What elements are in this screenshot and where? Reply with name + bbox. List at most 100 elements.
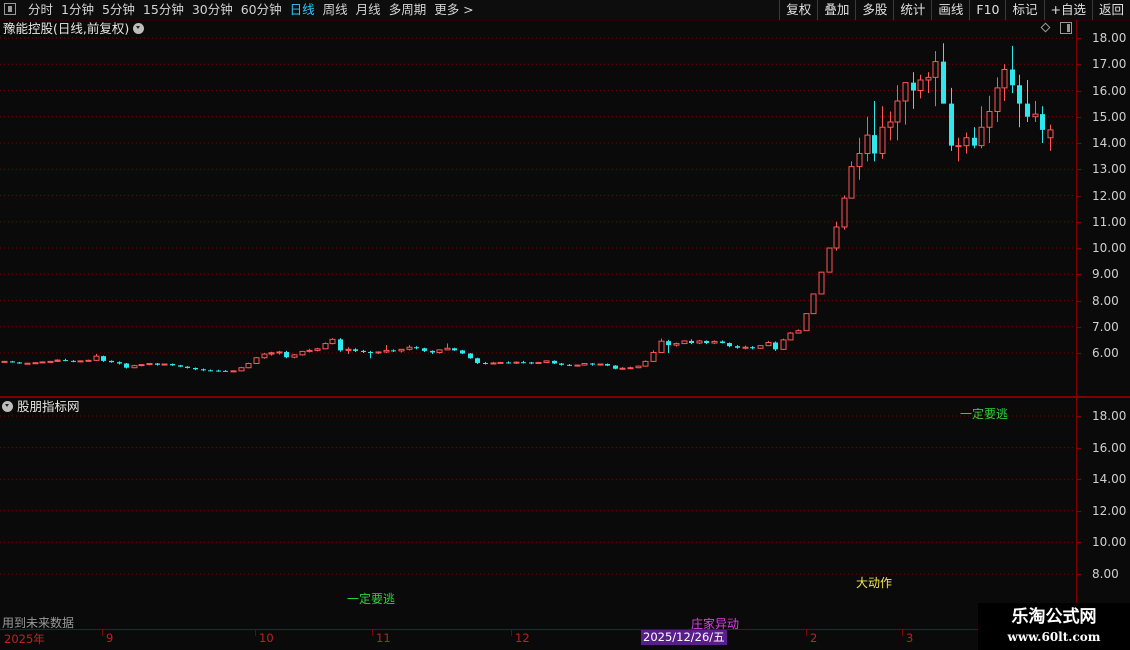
period-tab-8[interactable]: 月线 [352,0,385,20]
candle [391,349,396,352]
candle [773,341,778,351]
toolbar-button-6[interactable]: 标记 [1005,0,1043,20]
candle [1001,64,1008,101]
period-tab-4[interactable]: 30分钟 [188,0,237,20]
period-tab-10[interactable]: 更多 > [430,0,477,20]
y-tick-label: 11.00 [1092,214,1127,229]
candle [414,346,419,350]
candle [329,338,336,345]
y-tick-label: 12.00 [1092,503,1127,518]
candle [85,359,92,362]
candle [735,345,740,349]
candle [406,345,413,351]
candle [444,343,451,351]
candle [284,350,289,359]
candle [704,340,709,345]
candle [54,359,61,362]
candle [750,346,755,350]
x-tick-mark [372,630,373,636]
candle [627,366,634,370]
candle [314,347,321,352]
candle [245,362,252,369]
y-tick-label: 13.00 [1092,162,1127,177]
candle [1010,45,1015,94]
candle [276,350,283,355]
candle [306,348,313,353]
candle [146,362,153,366]
candle [208,369,213,372]
candle [826,247,833,273]
candlestick-chart[interactable] [0,22,1076,396]
candle [955,137,962,162]
y-tick-label: 6.00 [1092,346,1119,360]
y-tick-label: 14.00 [1092,472,1127,487]
candle [986,95,993,143]
candle [124,362,129,369]
candle [10,360,15,363]
y-tick-mark [1076,116,1081,118]
y-tick-label: 12.00 [1092,188,1127,203]
candle [430,350,435,355]
candle [917,74,924,99]
candle [230,370,237,373]
toolbar-button-8[interactable]: 返回 [1091,0,1130,20]
y-tick-mark [1076,143,1081,144]
candle [619,367,626,370]
candle [483,361,488,365]
toolbar-button-5[interactable]: F10 [969,0,1005,20]
y-tick-label: 8.00 [1092,293,1119,308]
candle [161,363,168,366]
candle [117,361,122,365]
candle [535,361,542,365]
candle [841,195,848,230]
period-tab-6[interactable]: 日线 [286,0,319,20]
candle [574,364,581,367]
signal-dadongzuo: 大动作 [856,576,893,590]
candle [978,106,985,149]
candle [650,350,657,362]
candle [856,137,863,180]
period-tab-5[interactable]: 60分钟 [237,0,286,20]
future-data-note: 用到未来数据 [2,616,75,630]
toolbar-button-7[interactable]: +自选 [1043,0,1092,20]
y-tick-label: 9.00 [1092,267,1119,282]
candle [261,353,268,359]
candle [361,349,366,353]
toolbar-button-0[interactable]: 复权 [779,0,817,20]
candle [468,353,473,359]
candle [422,347,427,352]
candle [963,132,970,154]
candle [71,360,76,363]
candle [475,357,480,365]
candle [253,356,260,365]
period-tab-1[interactable]: 1分钟 [57,0,98,20]
candle [787,332,794,341]
candle [345,347,352,355]
toolbar-button-4[interactable]: 画线 [931,0,969,20]
toolbar-button-3[interactable]: 统计 [893,0,931,20]
candle [131,364,138,369]
y-tick-label: 7.00 [1092,319,1119,334]
period-tab-2[interactable]: 5分钟 [98,0,139,20]
period-tab-9[interactable]: 多周期 [385,0,431,20]
candle [1032,101,1039,122]
candle [268,351,275,356]
toolbar-button-1[interactable]: 叠加 [817,0,855,20]
candle [178,364,183,368]
watermark-logo: 乐淘公式网 www.60lt.com [978,603,1130,650]
candle [322,342,329,350]
signal-yiding-yaotao-top: 一定要逃 [960,408,1009,420]
layout-icon[interactable] [4,3,16,15]
candle [902,82,909,125]
y-tick-label: 8.00 [1092,567,1119,581]
candle [452,347,457,351]
candle [1047,124,1054,151]
y-tick-label: 18.00 [1092,31,1127,45]
y-tick-mark [1076,416,1081,417]
period-tab-3[interactable]: 15分钟 [139,0,188,20]
period-tab-7[interactable]: 周线 [319,0,352,20]
candle [833,221,840,251]
candle [872,101,877,162]
period-tab-0[interactable]: 分时 [24,0,57,20]
toolbar-button-2[interactable]: 多股 [855,0,893,20]
